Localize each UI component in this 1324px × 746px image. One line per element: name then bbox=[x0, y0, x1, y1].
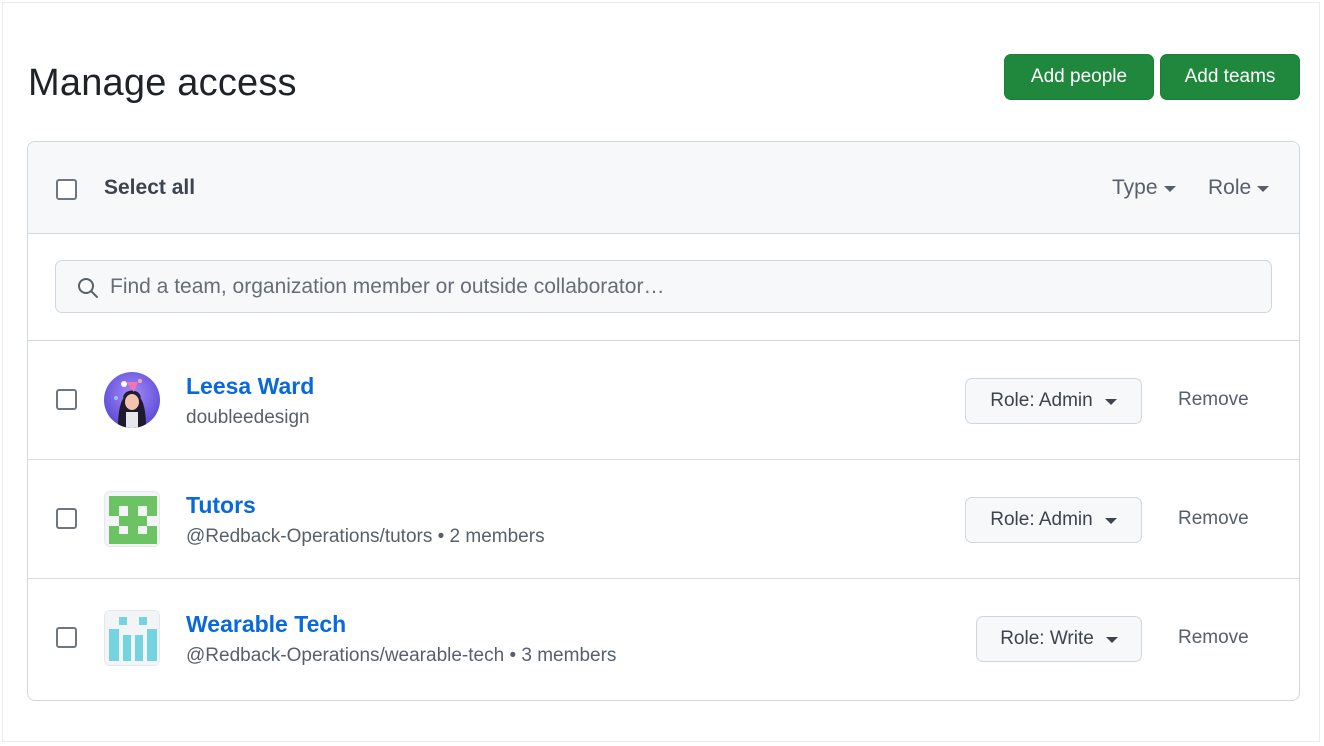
team-slug: @Redback-Operations/tutors • 2 members bbox=[186, 526, 545, 547]
member-row: Leesa Ward doubleedesign Role: Admin Rem… bbox=[28, 341, 1299, 460]
role-label: Role: Admin bbox=[990, 509, 1093, 530]
row-checkbox[interactable] bbox=[56, 389, 77, 410]
team-name-link[interactable]: Wearable Tech bbox=[186, 611, 346, 638]
role-dropdown[interactable]: Role: Admin bbox=[965, 497, 1142, 543]
row-checkbox[interactable] bbox=[56, 508, 77, 529]
team-name-link[interactable]: Tutors bbox=[186, 492, 256, 519]
page-title: Manage access bbox=[28, 62, 297, 104]
search-area bbox=[28, 234, 1299, 341]
remove-button[interactable]: Remove bbox=[1178, 508, 1249, 530]
caret-down-icon bbox=[1257, 186, 1270, 192]
type-filter-dropdown[interactable]: Type bbox=[1112, 176, 1176, 200]
add-teams-button[interactable]: Add teams bbox=[1160, 54, 1300, 100]
caret-down-icon bbox=[1104, 518, 1117, 524]
member-username: doubleedesign bbox=[186, 407, 310, 428]
team-identicon[interactable] bbox=[104, 491, 160, 547]
team-slug: @Redback-Operations/wearable-tech • 3 me… bbox=[186, 645, 617, 666]
member-name-link[interactable]: Leesa Ward bbox=[186, 373, 314, 400]
member-row: Wearable Tech @Redback-Operations/wearab… bbox=[28, 579, 1299, 698]
caret-down-icon bbox=[1105, 637, 1118, 643]
search-input[interactable] bbox=[110, 261, 1260, 312]
user-avatar[interactable] bbox=[104, 372, 160, 428]
caret-down-icon bbox=[1163, 186, 1176, 192]
select-all-label[interactable]: Select all bbox=[104, 176, 195, 200]
role-dropdown[interactable]: Role: Write bbox=[976, 616, 1142, 662]
remove-button[interactable]: Remove bbox=[1178, 627, 1249, 649]
role-filter-label: Role bbox=[1208, 176, 1252, 199]
select-all-checkbox[interactable] bbox=[56, 179, 77, 200]
add-people-button[interactable]: Add people bbox=[1004, 54, 1154, 100]
panel-header: Select all Type Role bbox=[28, 142, 1299, 234]
access-panel: Select all Type Role Find a team, organi… bbox=[27, 141, 1300, 701]
search-box[interactable] bbox=[55, 260, 1272, 313]
type-filter-label: Type bbox=[1112, 176, 1158, 199]
search-icon bbox=[78, 278, 98, 298]
caret-down-icon bbox=[1104, 399, 1117, 405]
role-label: Role: Admin bbox=[990, 390, 1093, 411]
remove-button[interactable]: Remove bbox=[1178, 389, 1249, 411]
role-label: Role: Write bbox=[1000, 628, 1094, 649]
team-identicon[interactable] bbox=[104, 610, 160, 666]
member-row: Tutors @Redback-Operations/tutors • 2 me… bbox=[28, 460, 1299, 579]
row-checkbox[interactable] bbox=[56, 627, 77, 648]
role-filter-dropdown[interactable]: Role bbox=[1208, 176, 1270, 200]
role-dropdown[interactable]: Role: Admin bbox=[965, 378, 1142, 424]
